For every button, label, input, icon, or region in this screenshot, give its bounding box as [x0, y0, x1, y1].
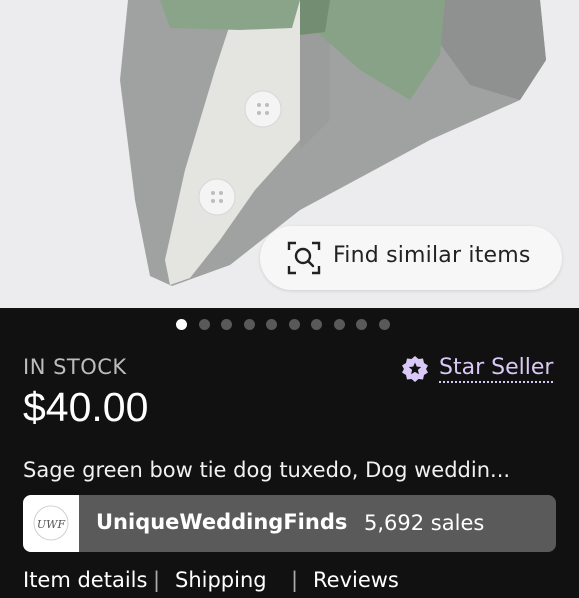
star-seller-link[interactable]: Star Seller [401, 355, 554, 383]
product-photo[interactable]: Find similar items [0, 0, 579, 308]
shop-card[interactable]: UWF UniqueWeddingFinds 5,692 sales [23, 495, 556, 552]
tab-item-details[interactable]: Item details [23, 568, 147, 592]
carousel-dot[interactable] [221, 319, 232, 330]
carousel-dot[interactable] [333, 319, 345, 330]
shop-logo-mark: UWF [33, 505, 69, 541]
stock-status: IN STOCK [23, 355, 127, 379]
star-seller-label: Star Seller [439, 355, 554, 383]
carousel-dot-active[interactable] [176, 319, 187, 330]
carousel-dot[interactable] [266, 319, 277, 330]
star-badge-icon [402, 356, 428, 382]
detail-tabs: Item details | Shipping | Reviews [23, 568, 579, 598]
carousel-dot[interactable] [311, 319, 322, 330]
carousel-dot[interactable] [288, 319, 300, 330]
shop-logo: UWF [23, 495, 79, 552]
product-price: $40.00 [23, 384, 149, 430]
find-similar-label: Find similar items [333, 243, 531, 268]
shop-name: UniqueWeddingFinds [96, 510, 348, 534]
carousel-dot[interactable] [356, 319, 367, 330]
tab-reviews[interactable]: Reviews [313, 568, 399, 592]
carousel-indicator [176, 319, 390, 330]
carousel-dot[interactable] [378, 319, 390, 330]
tab-separator: | [153, 568, 161, 592]
shop-logo-text: UWF [37, 518, 66, 531]
product-title[interactable]: Sage green bow tie dog tuxedo, Dog weddi… [23, 458, 563, 482]
carousel-dot[interactable] [198, 319, 210, 330]
carousel-dot[interactable] [243, 319, 255, 330]
shop-sales-count: 5,692 sales [364, 511, 485, 535]
tab-separator: | [291, 568, 299, 592]
tab-shipping[interactable]: Shipping [175, 568, 267, 592]
find-similar-button[interactable]: Find similar items [260, 226, 562, 290]
visual-search-icon [287, 241, 321, 275]
